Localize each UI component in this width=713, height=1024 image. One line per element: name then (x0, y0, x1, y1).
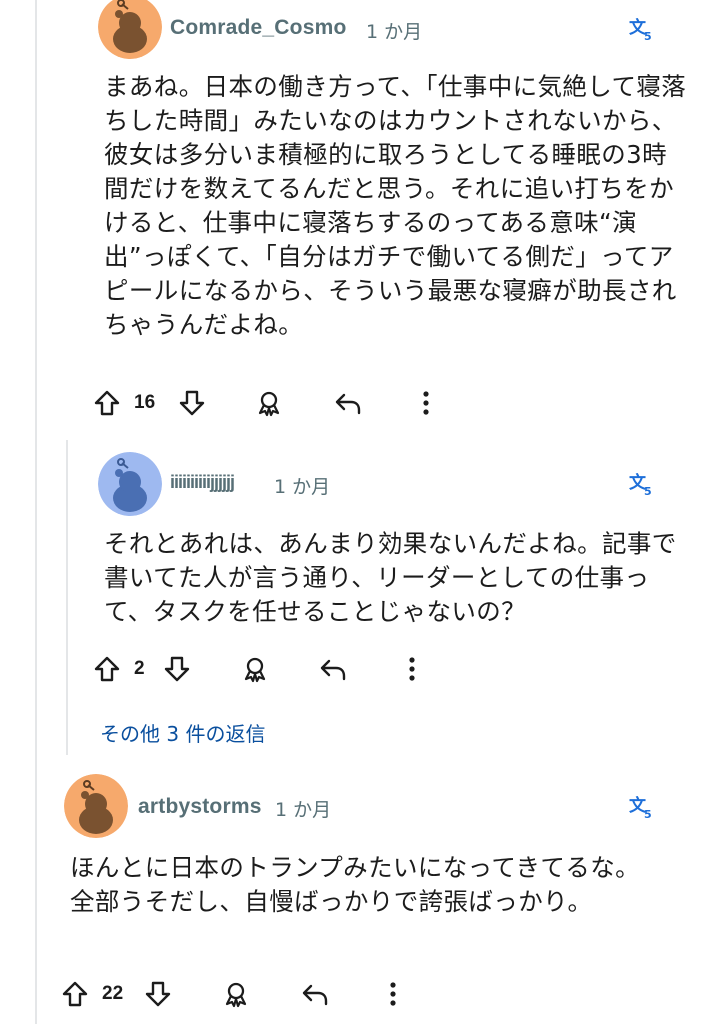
comment-body: それとあれは、あんまり効果ないんだよね。記事で書いてた人が言う通り、リーダーとし… (104, 529, 677, 626)
vote-count: 2 (134, 658, 145, 679)
more-options-icon[interactable] (414, 388, 438, 418)
award-icon[interactable] (221, 979, 251, 1009)
upvote-icon[interactable] (92, 388, 122, 418)
award-icon[interactable] (240, 654, 270, 684)
downvote-icon[interactable] (177, 388, 207, 418)
more-replies-link[interactable]: その他 3 件の返信 (100, 718, 265, 747)
svg-text:5: 5 (644, 485, 652, 497)
avatar[interactable] (98, 0, 162, 59)
downvote-icon[interactable] (162, 654, 192, 684)
upvote-icon[interactable] (92, 654, 122, 684)
downvote-icon[interactable] (143, 979, 173, 1009)
comment-body: ほんとに日本のトランプみたいになってきてるな。全部うそだし、自慢ばっかりで誇張ば… (70, 853, 641, 916)
more-options-icon[interactable] (400, 654, 424, 684)
svg-text:5: 5 (644, 808, 652, 820)
timestamp: 1 か月 (274, 476, 331, 498)
username[interactable]: artbystorms (138, 795, 262, 819)
avatar[interactable] (64, 774, 128, 838)
timestamp: 1 か月 (275, 799, 332, 821)
svg-text:5: 5 (644, 30, 652, 42)
avatar[interactable] (98, 452, 162, 516)
reply-icon[interactable] (333, 388, 363, 418)
username[interactable]: iiiiiiiiiijjjjjj (170, 472, 235, 493)
award-icon[interactable] (254, 388, 284, 418)
vote-count: 16 (134, 392, 156, 413)
timestamp: 1 か月 (366, 21, 423, 43)
thread-line (35, 0, 37, 1024)
more-options-icon[interactable] (381, 979, 405, 1009)
translate-icon[interactable]: 文5 (628, 471, 656, 498)
comment-body: まあね。日本の働き方って、「仕事中に気絶して寝落ちした時間」みたいなのはカウント… (104, 72, 687, 339)
vote-count: 22 (102, 983, 124, 1004)
thread-line-nested (66, 440, 68, 755)
reply-icon[interactable] (318, 654, 348, 684)
username[interactable]: Comrade_Cosmo (170, 16, 346, 40)
translate-icon[interactable]: 文5 (628, 794, 656, 821)
translate-icon[interactable]: 文5 (628, 16, 656, 43)
upvote-icon[interactable] (60, 979, 90, 1009)
reply-icon[interactable] (300, 979, 330, 1009)
